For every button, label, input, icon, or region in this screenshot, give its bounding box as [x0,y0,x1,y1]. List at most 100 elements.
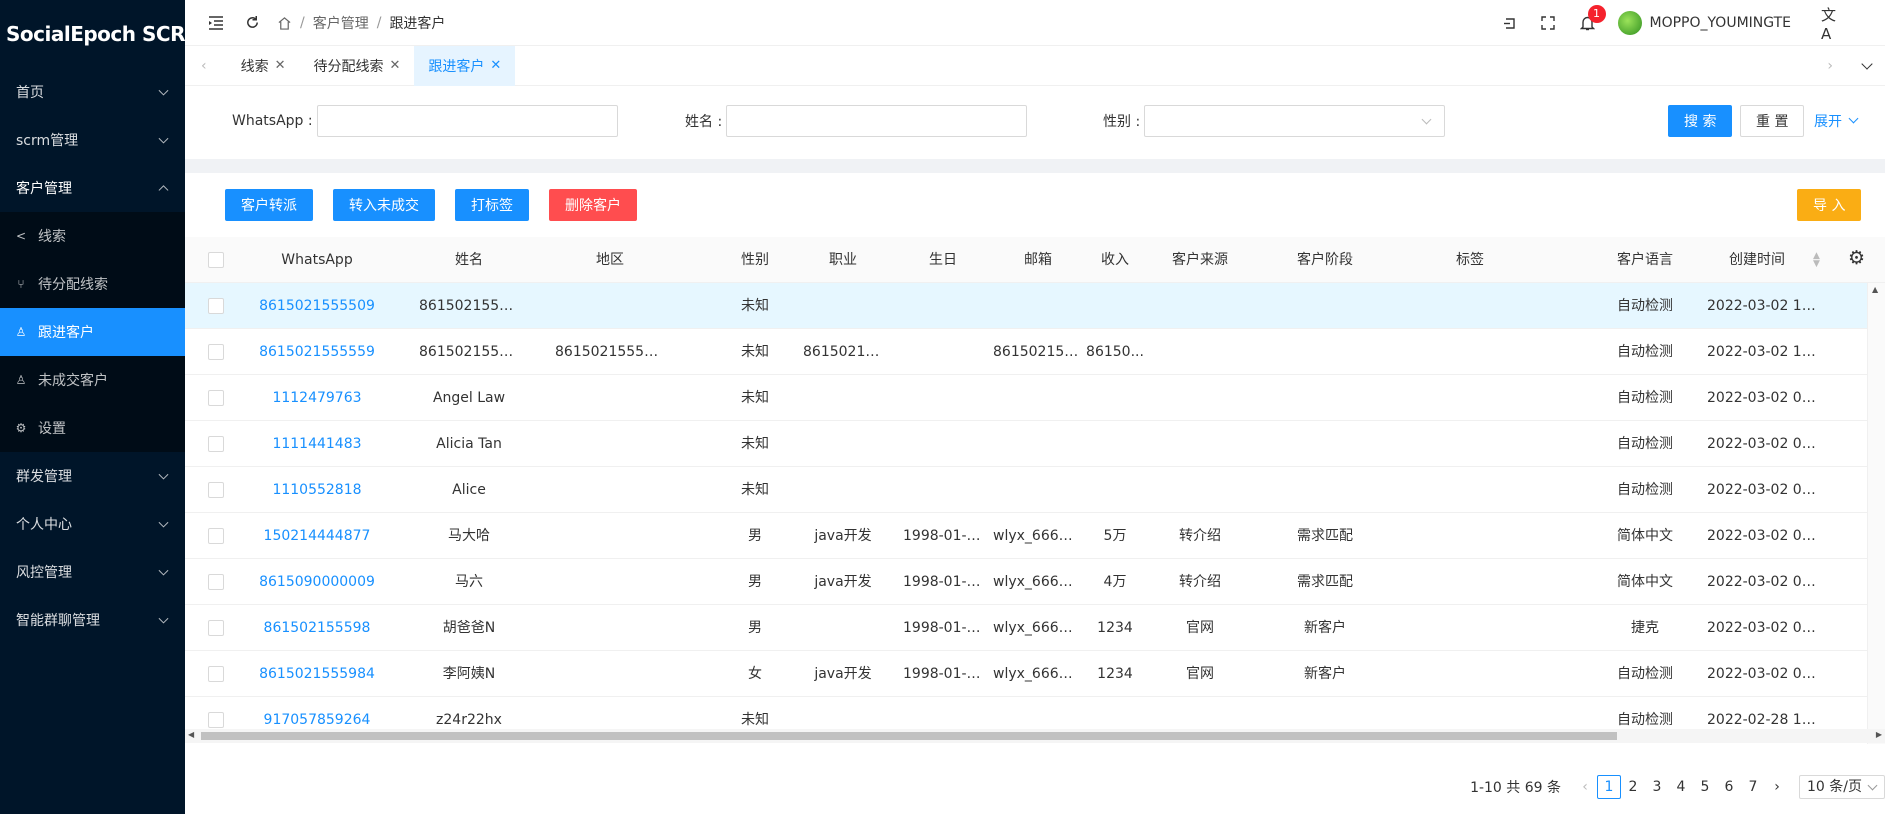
sidebar-item-scrm[interactable]: scrm管理 [0,116,185,164]
column-header[interactable]: 姓名 [419,237,519,283]
close-icon[interactable]: ✕ [275,58,286,73]
avatar[interactable] [1617,11,1642,35]
tag-button[interactable]: 打标签 [455,189,529,221]
transfer-customer-button[interactable]: 客户转派 [225,189,313,221]
table-row[interactable]: 8615021555984 李阿姨N 女 java开发 1998-01-01 wlyx_6… [185,651,1885,697]
row-checkbox[interactable] [208,712,224,728]
gear-icon[interactable]: ⚙ [1848,247,1865,269]
column-header[interactable]: 性别 [725,237,785,283]
move-to-unclosed-button[interactable]: 转入未成交 [333,189,435,221]
name-input[interactable] [726,105,1028,137]
whatsapp-link[interactable]: 1112479763 [257,375,377,421]
expand-toggle[interactable]: 展开 [1814,105,1859,137]
whatsapp-link[interactable]: 1111441483 [257,421,377,467]
reset-button[interactable]: 重 置 [1740,105,1805,137]
tab-leads[interactable]: 线索 ✕ [227,46,300,86]
row-checkbox[interactable] [208,344,224,360]
page-size-select[interactable]: 10 条/页 [1799,775,1885,799]
whatsapp-link[interactable]: 8615021555984 [257,651,377,697]
row-checkbox[interactable] [208,528,224,544]
sort-icon[interactable]: ▲ ▼ [1813,252,1820,269]
sidebar-item-settings[interactable]: ⚙ 设置 [0,404,185,452]
sidebar-item-unassigned-leads[interactable]: ⑂ 待分配线索 [0,260,185,308]
table-row[interactable]: 8615090000009 马六 男 java开发 1998-01-04 wlyx_666… [185,559,1885,605]
whatsapp-link[interactable]: 1110552818 [257,467,377,513]
import-button[interactable]: 导 入 [1797,189,1862,221]
whatsapp-link[interactable]: 861502155598 [257,605,377,651]
row-checkbox[interactable] [208,620,224,636]
next-page-icon[interactable]: › [1765,775,1789,799]
column-header[interactable]: 地区 [555,237,665,283]
chevron-down-icon[interactable] [1861,58,1873,70]
sidebar-item-risk-control[interactable]: 风控管理 [0,548,185,596]
whatsapp-link[interactable]: 8615021555509 [257,283,377,329]
username[interactable]: MOPPO_YOUMINGTE [1650,15,1791,31]
table-row[interactable]: 8615021555509 8615021555509 未知 自动检测 2022-03-… [185,283,1885,329]
table-row[interactable]: 1112479763 Angel Law 未知 自动检测 2022-03-02 09:5… [185,375,1885,421]
sidebar-item-unclosed-customers[interactable]: ♙ 未成交客户 [0,356,185,404]
sidebar-item-smart-group-chat[interactable]: 智能群聊管理 [0,596,185,644]
fullscreen-icon[interactable] [1540,15,1556,31]
whatsapp-link[interactable]: 8615021555559 [257,329,377,375]
column-header[interactable]: 职业 [803,237,883,283]
chevron-left-icon[interactable]: ‹ [201,58,207,74]
page-number[interactable]: 7 [1741,775,1765,799]
home-icon[interactable] [276,15,292,31]
tab-unassigned-leads[interactable]: 待分配线索 ✕ [300,46,415,86]
sidebar-item-follow-up-customers[interactable]: ♙ 跟进客户 [0,308,185,356]
page-number[interactable]: 6 [1717,775,1741,799]
breadcrumb-customer-management[interactable]: 客户管理 [313,13,369,33]
sidebar-item-leads[interactable]: < 线索 [0,212,185,260]
column-header[interactable]: 客户阶段 [1265,237,1385,283]
column-header[interactable]: 生日 [903,237,983,283]
page-number[interactable]: 5 [1693,775,1717,799]
exit-icon[interactable] [1502,15,1518,31]
table-row[interactable]: 8615021555559 8615021555559 8615021555559 未… [185,329,1885,375]
close-icon[interactable]: ✕ [390,58,401,73]
whatsapp-link[interactable]: 150214444877 [257,513,377,559]
menu-fold-icon[interactable] [208,15,224,31]
sidebar-item-home[interactable]: 首页 [0,68,185,116]
page-number[interactable]: 2 [1621,775,1645,799]
row-checkbox[interactable] [208,436,224,452]
row-checkbox[interactable] [208,298,224,314]
sidebar-item-customer-management[interactable]: 客户管理 [0,164,185,212]
column-header[interactable]: 标签 [1405,237,1535,283]
refresh-icon[interactable] [244,15,260,31]
sidebar-item-mass-messaging[interactable]: 群发管理 [0,452,185,500]
scroll-left-icon[interactable]: ◀ [188,730,194,739]
delete-customer-button[interactable]: 删除客户 [549,189,637,221]
vertical-scrollbar[interactable]: ▲ ▼ [1867,283,1885,744]
gender-select[interactable] [1144,105,1446,137]
column-header[interactable]: 创建时间 [1707,237,1807,283]
page-number[interactable]: 1 [1597,775,1622,799]
bell-icon[interactable]: 1 [1580,5,1606,31]
page-number[interactable]: 3 [1645,775,1669,799]
scroll-right-icon[interactable]: ▶ [1876,730,1882,739]
scroll-up-icon[interactable]: ▲ [1872,285,1878,294]
row-checkbox[interactable] [208,482,224,498]
column-header[interactable]: 邮箱 [993,237,1083,283]
prev-page-icon[interactable]: ‹ [1573,775,1597,799]
horizontal-scrollbar[interactable]: ◀ ▶ [185,729,1885,743]
translate-icon[interactable]: 文A [1821,6,1837,43]
chevron-right-icon[interactable]: › [1827,58,1833,74]
search-button[interactable]: 搜 索 [1668,105,1733,137]
page-number[interactable]: 4 [1669,775,1693,799]
table-row[interactable]: 861502155598 胡爸爸N 男 1998-01-01 wlyx_666@... 1… [185,605,1885,651]
column-header[interactable]: 收入 [1080,237,1150,283]
table-row[interactable]: 1110552818 Alice 未知 自动检测 2022-03-02 09:51 [185,467,1885,513]
tab-follow-up-customers[interactable]: 跟进客户 ✕ [414,45,516,86]
column-header[interactable]: 客户语言 [1600,237,1690,283]
select-all-checkbox[interactable] [208,252,224,268]
scrollbar-thumb[interactable] [201,732,1617,740]
row-checkbox[interactable] [208,574,224,590]
column-header[interactable]: 客户来源 [1155,237,1245,283]
table-row[interactable]: 1111441483 Alicia Tan 未知 自动检测 2022-03-02 09:… [185,421,1885,467]
row-checkbox[interactable] [208,390,224,406]
whatsapp-link[interactable]: 8615090000009 [257,559,377,605]
table-row[interactable]: 150214444877 马大哈 男 java开发 1998-01-05 wlyx_666… [185,513,1885,559]
sidebar-item-personal-center[interactable]: 个人中心 [0,500,185,548]
whatsapp-input[interactable] [316,105,618,137]
row-checkbox[interactable] [208,666,224,682]
